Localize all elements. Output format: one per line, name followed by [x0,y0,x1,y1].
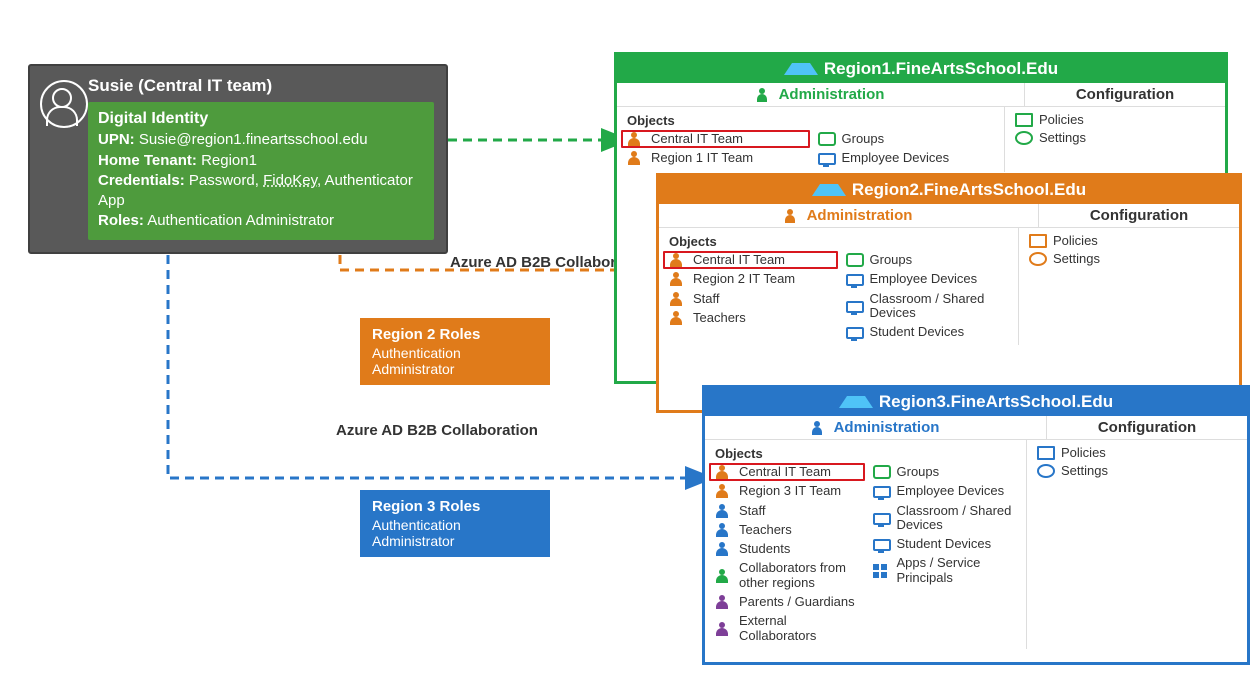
people-icon [715,504,733,518]
object-employee-devices: Employee Devices [846,272,1009,286]
tenant-title-region1: Region1.FineArtsSchool.Edu [617,55,1225,83]
group-icon [873,465,891,479]
identity-title: Susie (Central IT team) [88,76,434,96]
objects-heading: Objects [669,234,1008,249]
object-employee-devices: Employee Devices [873,484,1017,498]
tenant-title-region3: Region3.FineArtsSchool.Edu [705,388,1247,416]
device-icon [873,486,891,498]
config-policies: Policies [1037,446,1237,460]
settings-icon [1029,252,1047,266]
config-settings: Settings [1037,464,1237,478]
object-groups: Groups [818,132,995,146]
object-teachers: Teachers [715,523,859,537]
object-classroom-devices: Classroom / Shared Devices [846,292,1009,321]
config-header-region2: Configuration [1038,204,1239,227]
people-icon [669,311,687,325]
policies-icon [1029,234,1047,248]
admin-header-region2: Administration [659,204,1038,227]
device-icon [846,301,864,313]
objects-heading: Objects [715,446,1016,461]
admin-icon [785,209,803,223]
credentials-line: Credentials: Password, FidoKey, Authenti… [98,171,424,210]
objects-heading: Objects [627,113,994,128]
admin-icon [812,421,830,435]
config-settings: Settings [1015,131,1215,145]
object-region3-it-team: Region 3 IT Team [715,484,859,498]
people-icon [715,542,733,556]
config-header-region1: Configuration [1024,83,1225,106]
admin-header-region1: Administration [617,83,1024,106]
object-students: Students [715,542,859,556]
region2-roles-badge: Region 2 RolesAuthentication Administrat… [360,318,550,385]
device-icon [818,153,836,165]
object-groups: Groups [846,253,1009,267]
object-region2-it-team: Region 2 IT Team [669,272,832,286]
object-collaborators-regions: Collaborators from other regions [715,561,859,590]
settings-icon [1015,131,1033,145]
upn-line: UPN: Susie@region1.fineartsschool.edu [98,130,424,150]
config-policies: Policies [1015,113,1215,127]
people-icon [715,622,733,636]
people-icon [669,272,687,286]
object-central-it-team: Central IT Team [621,130,810,148]
object-staff: Staff [715,504,859,518]
people-icon [715,569,733,583]
home-tenant-line: Home Tenant: Region1 [98,151,424,171]
region3-roles-badge: Region 3 RolesAuthentication Administrat… [360,490,550,557]
people-icon [715,523,733,537]
device-icon [873,539,891,551]
object-student-devices: Student Devices [846,325,1009,339]
digital-identity-heading: Digital Identity [98,110,424,128]
azure-ad-icon [784,63,818,75]
object-region1-it-team: Region 1 IT Team [627,151,804,165]
roles-line: Roles: Authentication Administrator [98,211,424,231]
config-header-region3: Configuration [1046,416,1247,439]
people-icon [715,484,733,498]
object-apps-service-principals: Apps / Service Principals [873,556,1017,585]
tenant-region3: Region3.FineArtsSchool.Edu Administratio… [702,385,1250,665]
object-external-collaborators: External Collaborators [715,614,859,643]
device-icon [846,274,864,286]
policies-icon [1037,446,1055,460]
tenant-region2: Region2.FineArtsSchool.Edu Administratio… [656,173,1242,413]
people-icon [627,151,645,165]
admin-icon [757,88,775,102]
people-icon [669,253,687,267]
config-policies: Policies [1029,234,1229,248]
people-icon [627,132,645,146]
b2b-label-region3: Azure AD B2B Collaboration [336,422,538,439]
apps-icon [873,564,891,578]
object-teachers: Teachers [669,311,832,325]
object-employee-devices: Employee Devices [818,151,995,165]
device-icon [873,513,891,525]
tenant-title-region2: Region2.FineArtsSchool.Edu [659,176,1239,204]
device-icon [846,327,864,339]
identity-card: Susie (Central IT team) Digital Identity… [28,64,448,254]
settings-icon [1037,464,1055,478]
object-groups: Groups [873,465,1017,479]
people-icon [715,595,733,609]
group-icon [846,253,864,267]
user-avatar-icon [40,80,88,128]
object-central-it-team: Central IT Team [663,251,838,269]
admin-header-region3: Administration [705,416,1046,439]
group-icon [818,132,836,146]
policies-icon [1015,113,1033,127]
object-student-devices: Student Devices [873,537,1017,551]
digital-identity-block: Digital Identity UPN: Susie@region1.fine… [88,102,434,240]
object-parents-guardians: Parents / Guardians [715,595,859,609]
azure-ad-icon [839,396,873,408]
people-icon [715,465,733,479]
config-settings: Settings [1029,252,1229,266]
people-icon [669,292,687,306]
object-central-it-team: Central IT Team [709,463,865,481]
object-classroom-devices: Classroom / Shared Devices [873,504,1017,533]
azure-ad-icon [812,184,846,196]
object-staff: Staff [669,292,832,306]
